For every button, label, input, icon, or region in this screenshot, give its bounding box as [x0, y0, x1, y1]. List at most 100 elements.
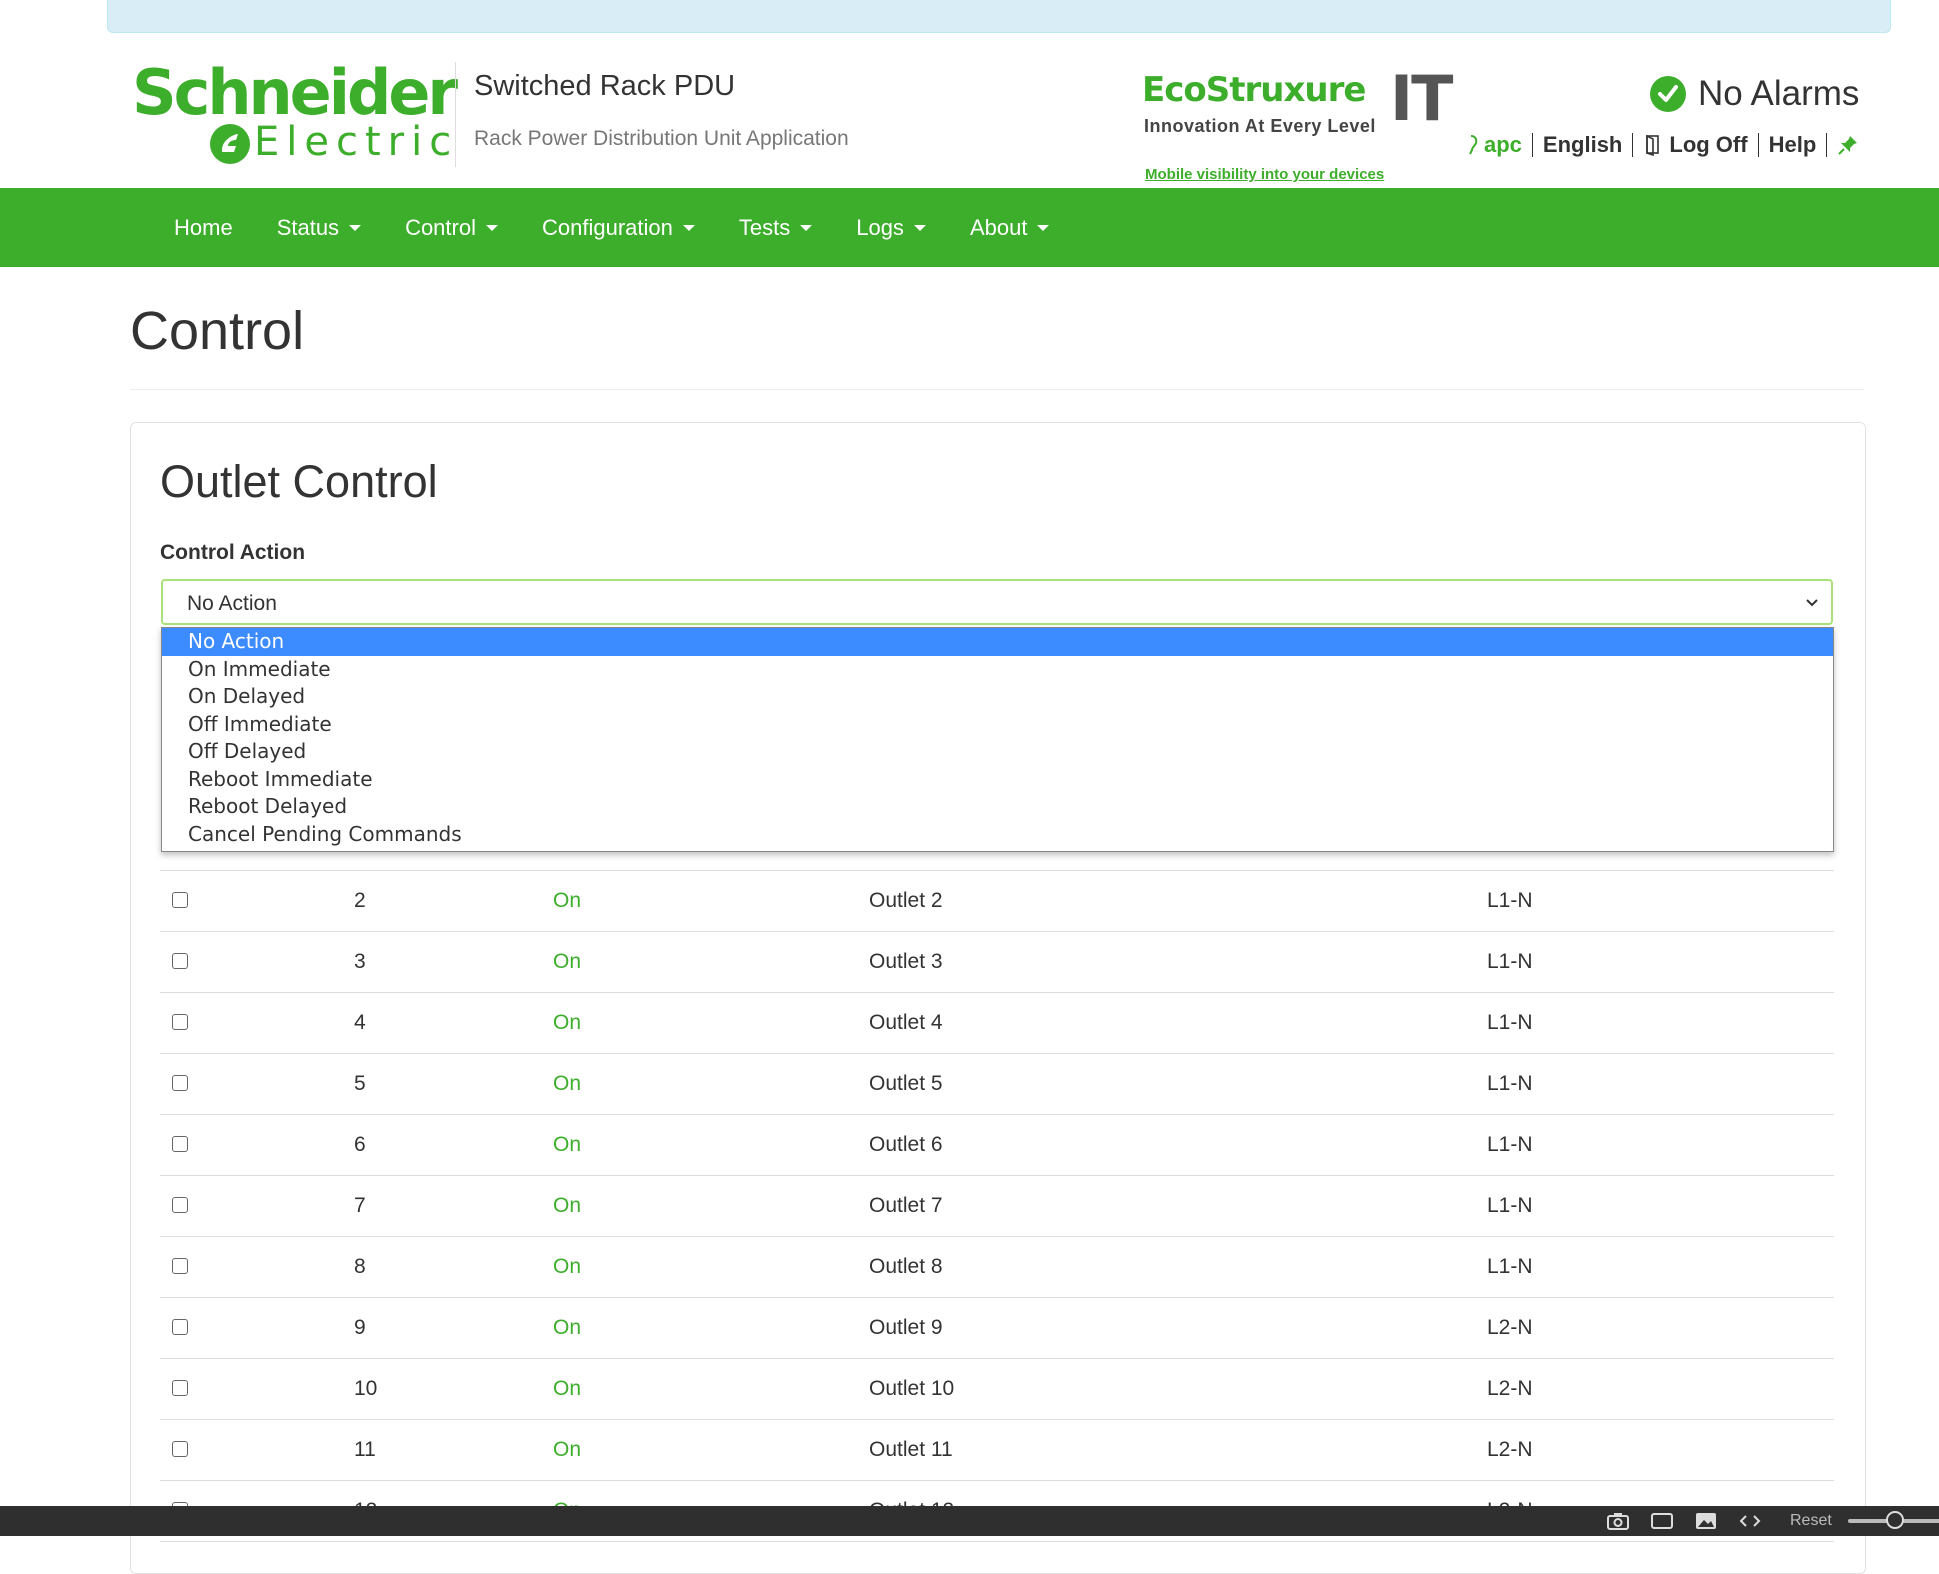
info-banner — [107, 0, 1891, 33]
control-action-select[interactable]: No Action — [161, 579, 1833, 625]
outlet-checkbox[interactable] — [172, 1258, 188, 1274]
option-no-action[interactable]: No Action — [162, 628, 1833, 656]
page-divider — [130, 389, 1864, 390]
caret-down-icon — [1037, 224, 1050, 231]
outlet-checkbox[interactable] — [172, 1014, 188, 1030]
outlet-checkbox[interactable] — [172, 1319, 188, 1335]
frame-icon[interactable] — [1650, 1511, 1674, 1531]
nav-item-label: Home — [174, 214, 233, 240]
outlet-name: Outlet 10 — [869, 1377, 955, 1400]
user-toolbar: apc English Log Off Help — [1464, 128, 1865, 162]
outlet-state: On — [553, 1011, 582, 1034]
alarm-status[interactable]: No Alarms — [1650, 72, 1859, 116]
outlet-phase: L1-N — [1487, 1011, 1533, 1034]
viewer-toolbar: Reset — [0, 1506, 1939, 1536]
outlet-phase: L1-N — [1487, 950, 1533, 973]
language-link[interactable]: English — [1543, 132, 1622, 158]
table-row: 11 On Outlet 11 L2-N — [160, 1420, 1834, 1481]
check-circle-icon — [1650, 76, 1686, 112]
outlet-name: Outlet 2 — [869, 889, 943, 912]
nav-item-label: Tests — [738, 214, 791, 240]
user-icon — [1464, 135, 1478, 155]
panel-title: Outlet Control — [160, 456, 438, 507]
nav-item-about[interactable]: About — [948, 188, 1072, 267]
main-navbar: Home Status Control Configuration Tests … — [0, 188, 1939, 267]
zoom-slider-knob[interactable] — [1885, 1511, 1904, 1529]
outlet-table: 2 On Outlet 2 L1-N 3 On Outlet 3 L1-N 4 … — [160, 870, 1834, 1542]
option-reboot-immediate[interactable]: Reboot Immediate — [162, 766, 1833, 794]
camera-icon[interactable] — [1606, 1511, 1630, 1531]
nav-item-home[interactable]: Home — [152, 188, 255, 267]
chevron-down-icon — [1806, 599, 1818, 607]
select-value: No Action — [187, 592, 277, 615]
outlet-number: 4 — [354, 1011, 366, 1034]
option-on-immediate[interactable]: On Immediate — [162, 656, 1833, 684]
ecostruxure-it-mark: IT — [1390, 62, 1453, 135]
outlet-checkbox[interactable] — [172, 1136, 188, 1152]
ecostruxure-tagline: Innovation At Every Level — [1144, 116, 1376, 136]
outlet-checkbox[interactable] — [172, 1197, 188, 1213]
table-row: 9 On Outlet 9 L2-N — [160, 1298, 1834, 1359]
outlet-state: On — [553, 1133, 582, 1156]
table-row: 7 On Outlet 7 L1-N — [160, 1176, 1834, 1237]
outlet-checkbox[interactable] — [172, 953, 188, 969]
outlet-checkbox[interactable] — [172, 1441, 188, 1457]
control-action-dropdown: No Action On Immediate On Delayed Off Im… — [161, 627, 1834, 852]
option-on-delayed[interactable]: On Delayed — [162, 683, 1833, 711]
outlet-phase: L1-N — [1487, 889, 1533, 912]
outlet-number: 6 — [354, 1133, 366, 1156]
outlet-name: Outlet 8 — [869, 1255, 943, 1278]
outlet-number: 9 — [354, 1316, 366, 1339]
outlet-phase: L2-N — [1487, 1316, 1533, 1339]
logo-subword: Electric — [254, 119, 459, 165]
mobile-visibility-link[interactable]: Mobile visibility into your devices — [1145, 166, 1384, 183]
outlet-number: 5 — [354, 1072, 366, 1095]
help-link[interactable]: Help — [1769, 132, 1817, 158]
outlet-phase: L1-N — [1487, 1194, 1533, 1217]
logoff-link[interactable]: Log Off — [1669, 132, 1747, 158]
caret-down-icon — [349, 224, 362, 231]
option-reboot-delayed[interactable]: Reboot Delayed — [162, 793, 1833, 821]
outlet-state: On — [553, 1316, 582, 1339]
toolbar-separator — [1826, 133, 1828, 157]
outlet-checkbox[interactable] — [172, 892, 188, 908]
outlet-checkbox[interactable] — [172, 1075, 188, 1091]
app-subtitle: Rack Power Distribution Unit Application — [474, 127, 849, 150]
outlet-name: Outlet 3 — [869, 950, 943, 973]
outlet-checkbox[interactable] — [172, 1380, 188, 1396]
logoff-icon — [1643, 134, 1663, 156]
zoom-slider[interactable] — [1847, 1511, 1939, 1529]
user-name[interactable]: apc — [1484, 132, 1522, 158]
table-row: 4 On Outlet 4 L1-N — [160, 993, 1834, 1054]
outlet-name: Outlet 4 — [869, 1011, 943, 1034]
outlet-number: 8 — [354, 1255, 366, 1278]
option-off-delayed[interactable]: Off Delayed — [162, 738, 1833, 766]
nav-item-label: Configuration — [541, 214, 673, 240]
outlet-name: Outlet 7 — [869, 1194, 943, 1217]
nav-item-tests[interactable]: Tests — [717, 188, 834, 267]
option-off-immediate[interactable]: Off Immediate — [162, 711, 1833, 739]
life-is-on-icon — [210, 124, 250, 164]
ecostruxure-wordmark: EcoStruxure — [1142, 70, 1366, 110]
nav-item-status[interactable]: Status — [255, 188, 383, 267]
nav-item-label: Logs — [856, 214, 904, 240]
nav-item-logs[interactable]: Logs — [834, 188, 948, 267]
image-icon[interactable] — [1694, 1511, 1718, 1531]
outlet-name: Outlet 9 — [869, 1316, 943, 1339]
table-row: 2 On Outlet 2 L1-N — [160, 870, 1834, 932]
nav-item-label: Status — [276, 214, 340, 240]
nav-item-control[interactable]: Control — [383, 188, 520, 267]
outlet-number: 10 — [354, 1377, 378, 1400]
caret-down-icon — [913, 224, 926, 231]
reset-button[interactable]: Reset — [1790, 1512, 1832, 1530]
option-cancel-pending[interactable]: Cancel Pending Commands — [162, 821, 1833, 849]
outlet-number: 7 — [354, 1194, 366, 1217]
outlet-phase: L2-N — [1487, 1438, 1533, 1461]
pin-icon[interactable] — [1837, 134, 1859, 156]
nav-item-configuration[interactable]: Configuration — [520, 188, 717, 267]
code-icon[interactable] — [1738, 1511, 1762, 1531]
caret-down-icon — [800, 224, 813, 231]
logo-wordmark: Schneider — [132, 56, 458, 129]
page-title: Control — [130, 301, 305, 361]
toolbar-separator — [1531, 133, 1533, 157]
